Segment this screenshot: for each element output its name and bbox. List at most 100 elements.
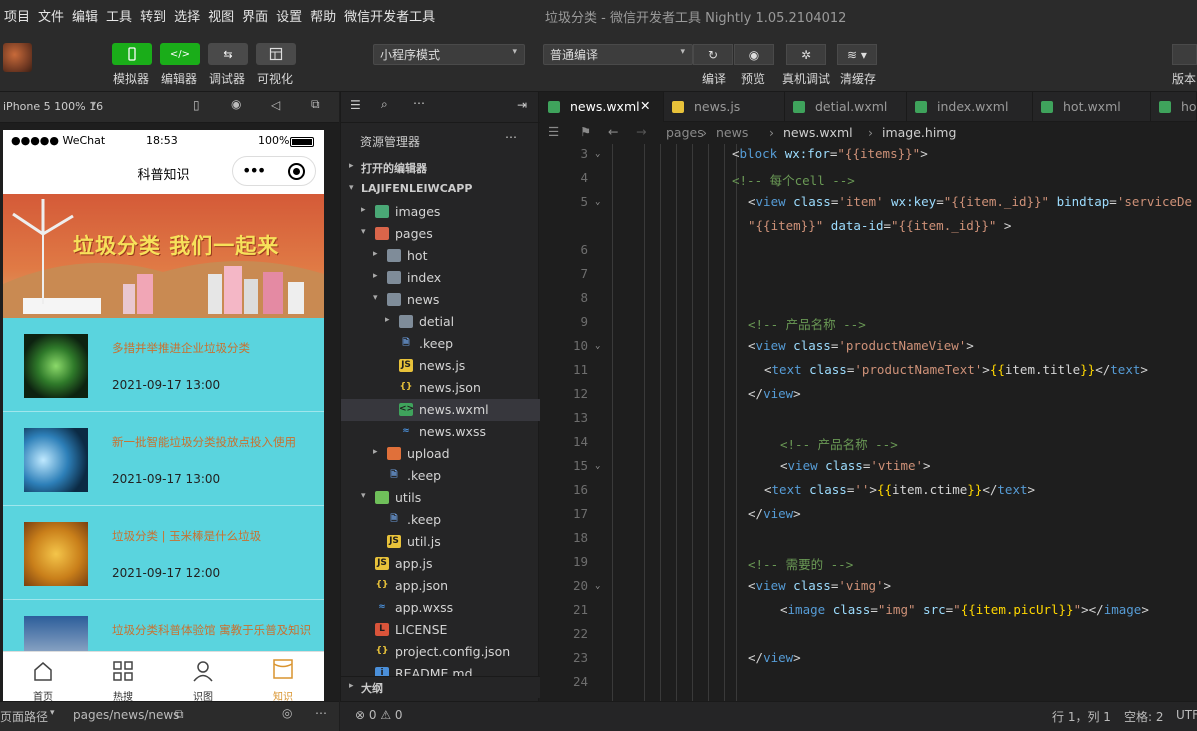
cursor-position[interactable]: 行 1，列 1 — [1052, 708, 1111, 725]
code-line[interactable]: <!-- 产品名称 --> — [748, 314, 866, 333]
tab-detial-wxml[interactable]: detial.wxml — [785, 92, 907, 122]
code-line[interactable]: <text class=''>{{item.ctime}}</text> — [764, 482, 1035, 497]
code-line[interactable]: <view class='vimg'> — [748, 578, 891, 593]
list-item[interactable]: 垃圾分类 | 玉米棒是什么垃圾 2021-09-17 12:00 — [3, 506, 324, 600]
tree-folder[interactable]: ▸ detial — [341, 311, 540, 333]
code-line[interactable]: <text class='productNameText'>{{item.tit… — [764, 362, 1148, 377]
tree-file[interactable]: JS util.js — [341, 531, 540, 553]
real-debug-button[interactable]: ✲ — [786, 44, 826, 65]
outline-section[interactable]: ▸ 大纲 — [341, 676, 540, 698]
avatar[interactable] — [3, 43, 32, 72]
copy-icon[interactable]: ⧉ — [175, 707, 184, 722]
phone-icon[interactable]: ▯ — [193, 98, 200, 112]
tree-file[interactable]: {} news.json — [341, 377, 540, 399]
fold-chevron-icon[interactable]: ⌄ — [595, 461, 600, 471]
record-icon[interactable]: ◉ — [231, 97, 241, 111]
tree-file[interactable]: ≈ app.wxss — [341, 597, 540, 619]
search-icon[interactable]: ⌕ — [381, 97, 388, 112]
volume-icon[interactable]: ◁ — [271, 98, 280, 112]
menu-item[interactable]: 转到 — [136, 6, 170, 25]
menu-item[interactable]: 设置 — [272, 6, 306, 25]
menu-item[interactable]: 项目 — [0, 6, 34, 25]
mode-select[interactable]: 小程序模式 ▾ — [373, 44, 525, 65]
code-line[interactable]: </view> — [748, 650, 801, 665]
menu-item[interactable]: 帮助 — [306, 6, 340, 25]
tab-home[interactable]: 首页 — [3, 652, 83, 701]
device-select[interactable]: iPhone 5 100% 16 — [3, 100, 103, 113]
close-icon[interactable]: ✕ — [640, 98, 650, 113]
eye-icon[interactable]: ◎ — [282, 706, 292, 720]
tab-hot[interactable]: 热搜 — [83, 652, 163, 701]
tree-file[interactable]: 🗎 .keep — [341, 333, 540, 355]
tree-folder[interactable]: ▾ utils — [341, 487, 540, 509]
code-line[interactable]: <block wx:for="{{items}}"> — [732, 146, 928, 161]
list-item[interactable]: 多措并举推进企业垃圾分类 2021-09-17 13:00 — [3, 318, 324, 412]
simulator-toggle-button[interactable] — [112, 43, 152, 65]
code-line[interactable]: <image class="img" src="{{item.picUrl}}"… — [780, 602, 1149, 617]
tree-file[interactable]: 🗎 .keep — [341, 509, 540, 531]
tab-ho[interactable]: ho — [1151, 92, 1197, 122]
code-line[interactable]: </view> — [748, 386, 801, 401]
more-icon[interactable]: ⋯ — [505, 130, 517, 144]
menu-item[interactable]: 编辑 — [68, 6, 102, 25]
close-capsule-icon[interactable] — [288, 163, 305, 180]
menu-item[interactable]: 工具 — [102, 6, 136, 25]
tree-file[interactable]: {} project.config.json — [341, 641, 540, 663]
open-editors-section[interactable]: ▸ 打开的编辑器 — [341, 157, 540, 179]
tree-file[interactable]: {} app.json — [341, 575, 540, 597]
fold-chevron-icon[interactable]: ⌄ — [595, 341, 600, 351]
page-path-label[interactable]: 页面路径 — [0, 708, 48, 725]
menu-item[interactable]: 微信开发者工具 — [340, 6, 439, 25]
tab-recognize[interactable]: 识图 — [163, 652, 243, 701]
split-icon[interactable]: ⇥ — [517, 98, 527, 112]
tree-file[interactable]: L LICENSE — [341, 619, 540, 641]
tree-folder[interactable]: ▾ news — [341, 289, 540, 311]
project-section[interactable]: ▾ LAJIFENLEIWCAPP — [341, 179, 540, 201]
fold-chevron-icon[interactable]: ⌄ — [595, 149, 600, 159]
encoding[interactable]: UTF — [1176, 708, 1197, 722]
window-icon[interactable]: ⧉ — [311, 97, 320, 112]
tab-knowledge[interactable]: 知识 — [243, 652, 323, 701]
tree-file[interactable]: JS app.js — [341, 553, 540, 575]
breadcrumb-item[interactable]: news.wxml — [783, 125, 853, 140]
code-line[interactable]: <!-- 产品名称 --> — [780, 434, 898, 453]
tree-folder[interactable]: ▾ pages — [341, 223, 540, 245]
list-item[interactable]: 新一批智能垃圾分类投放点投入使用 2021-09-17 13:00 — [3, 412, 324, 506]
fold-chevron-icon[interactable]: ⌄ — [595, 197, 600, 207]
tree-folder[interactable]: ▸ index — [341, 267, 540, 289]
tab-index-wxml[interactable]: index.wxml — [907, 92, 1033, 122]
menu-item[interactable]: 选择 — [170, 6, 204, 25]
tree-folder[interactable]: ▸ images — [341, 201, 540, 223]
more-icon[interactable]: ⋯ — [315, 706, 327, 720]
bookmark-icon[interactable]: ⚑ — [580, 124, 591, 139]
code-line[interactable]: <view class='item' wx:key="{{item._id}}"… — [748, 194, 1192, 209]
menu-item[interactable]: 文件 — [34, 6, 68, 25]
list-icon[interactable]: ☰ — [548, 124, 559, 139]
code-area[interactable]: 3 ⌄ <block wx:for="{{items}}"> 4 <!-- 每个cell… — [540, 144, 1197, 701]
breadcrumb-item[interactable]: image.himg — [882, 125, 956, 140]
tree-folder[interactable]: ▸ upload — [341, 443, 540, 465]
tree-folder[interactable]: ▸ hot — [341, 245, 540, 267]
compile-button[interactable]: ↻ — [693, 44, 733, 65]
forward-icon[interactable]: → — [636, 124, 646, 139]
code-line[interactable]: "{{item}}" data-id="{{item._id}}" > — [748, 218, 1011, 233]
tree-file[interactable]: 🗎 .keep — [341, 465, 540, 487]
back-icon[interactable]: ← — [608, 124, 618, 139]
code-line[interactable]: </view> — [748, 506, 801, 521]
list-icon[interactable]: ☰ — [350, 98, 361, 112]
tree-file[interactable]: <> news.wxml — [341, 399, 540, 421]
breadcrumb-item[interactable]: news — [716, 125, 748, 140]
problems-indicator[interactable]: ⊗ 0 ⚠ 0 — [355, 708, 403, 722]
tree-file[interactable]: ≈ news.wxss — [341, 421, 540, 443]
preview-button[interactable]: ◉ — [734, 44, 774, 65]
version-button[interactable] — [1172, 44, 1197, 65]
tab-hot-wxml[interactable]: hot.wxml — [1033, 92, 1151, 122]
more-icon[interactable]: ⋯ — [413, 96, 425, 110]
indent-setting[interactable]: 空格: 2 — [1124, 708, 1164, 725]
code-line[interactable]: <view class='vtime'> — [780, 458, 931, 473]
debugger-toggle-button[interactable]: ⇆ — [208, 43, 248, 65]
visual-toggle-button[interactable] — [256, 43, 296, 65]
code-line[interactable]: <!-- 每个cell --> — [732, 170, 855, 189]
compile-mode-select[interactable]: 普通编译 ▾ — [543, 44, 693, 65]
code-line[interactable]: <!-- 需要的 --> — [748, 554, 853, 573]
